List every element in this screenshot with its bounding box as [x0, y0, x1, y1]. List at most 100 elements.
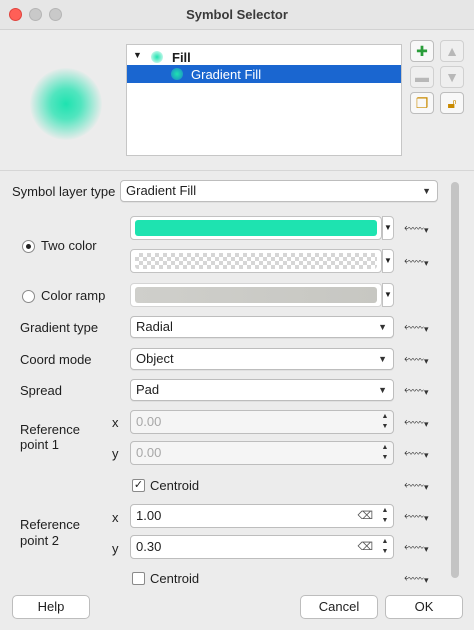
- data-defined-icon: ⬳: [404, 382, 424, 398]
- scrollbar-thumb[interactable]: [451, 182, 459, 578]
- spinner-arrows-icon[interactable]: ▲ ▼: [380, 412, 390, 432]
- color1-swatch: [135, 220, 377, 236]
- symbol-preview: [30, 68, 102, 140]
- data-defined-icon: ⬳: [404, 445, 424, 461]
- ref2-centroid-label: Centroid: [150, 571, 200, 586]
- chevron-down-icon: ▼: [378, 385, 387, 395]
- ref2-y-label: y: [112, 541, 119, 556]
- arrow-up-icon: ▲: [445, 43, 459, 59]
- color-ramp-dropdown[interactable]: ▼: [382, 283, 394, 307]
- data-defined-icon: ⬳: [404, 414, 424, 430]
- color-ramp-button[interactable]: [130, 283, 382, 307]
- color-ramp-radio[interactable]: [22, 290, 35, 303]
- lock-layer-button[interactable]: 🔓︎: [440, 92, 464, 114]
- minus-icon: ▬: [415, 69, 429, 85]
- ref2-centroid-checkbox[interactable]: [132, 572, 145, 585]
- spinner-arrows-icon[interactable]: ▲ ▼: [380, 537, 390, 557]
- color1-data-defined-button[interactable]: ⬳▾: [404, 221, 428, 237]
- data-defined-icon: ⬳: [404, 508, 424, 524]
- color2-dropdown[interactable]: ▼: [382, 249, 394, 273]
- gradient-preview-icon: [30, 68, 102, 140]
- ok-button[interactable]: OK: [385, 595, 463, 619]
- gradient-fill-symbol-icon: [171, 68, 183, 80]
- reference-point-1-label-line2: point 1: [20, 437, 60, 452]
- spread-data-defined-button[interactable]: ⬳▾: [404, 383, 428, 399]
- clear-icon[interactable]: ⌫: [357, 505, 373, 527]
- gradient-type-label: Gradient type: [20, 320, 99, 335]
- ref1-x-label: x: [112, 415, 119, 430]
- spinner-arrows-icon[interactable]: ▲ ▼: [380, 506, 390, 526]
- ref2-x-data-defined-button[interactable]: ⬳▾: [404, 509, 428, 525]
- two-color-label: Two color: [41, 238, 97, 253]
- ref2-centroid-data-defined-button[interactable]: ⬳▾: [404, 571, 428, 587]
- data-defined-icon: ⬳: [404, 351, 424, 367]
- ref2-x-spinbox[interactable]: 1.00 ⌫ ▲ ▼: [130, 504, 394, 528]
- coord-mode-select[interactable]: Object ▼: [130, 348, 394, 370]
- arrow-down-icon: ▼: [445, 69, 459, 85]
- window-title: Symbol Selector: [186, 7, 288, 22]
- ref2-y-data-defined-button[interactable]: ⬳▾: [404, 540, 428, 556]
- two-color-radio[interactable]: [22, 240, 35, 253]
- symbol-layer-tree[interactable]: ▼ Fill Gradient Fill: [126, 44, 402, 156]
- add-layer-button[interactable]: ✚: [410, 40, 434, 62]
- spread-select[interactable]: Pad ▼: [130, 379, 394, 401]
- symbol-layer-type-select[interactable]: Gradient Fill ▼: [120, 180, 438, 202]
- coord-mode-label: Coord mode: [20, 352, 92, 367]
- ref1-centroid-data-defined-button[interactable]: ⬳▾: [404, 478, 428, 494]
- ref1-x-spinbox[interactable]: 0.00 ▲ ▼: [130, 410, 394, 434]
- chevron-down-icon: ▼: [378, 354, 387, 364]
- color1-dropdown[interactable]: ▼: [382, 216, 394, 240]
- gradient-type-data-defined-button[interactable]: ⬳▾: [404, 320, 428, 336]
- chevron-down-icon: ▼: [378, 322, 387, 332]
- tree-item-fill[interactable]: ▼ Fill: [127, 48, 401, 66]
- data-defined-icon: ⬳: [404, 570, 424, 586]
- ref1-x-value: 0.00: [136, 414, 162, 429]
- ref1-y-spinbox[interactable]: 0.00 ▲ ▼: [130, 441, 394, 465]
- gradient-type-select[interactable]: Radial ▼: [130, 316, 394, 338]
- ref1-y-value: 0.00: [136, 445, 162, 460]
- chevron-down-icon: ▼: [422, 186, 431, 196]
- ref1-y-data-defined-button[interactable]: ⬳▾: [404, 446, 428, 462]
- move-down-button[interactable]: ▼: [440, 66, 464, 88]
- color2-button[interactable]: [130, 249, 382, 273]
- data-defined-icon: ⬳: [404, 477, 424, 493]
- symbol-layer-type-label: Symbol layer type: [12, 184, 116, 199]
- move-up-button[interactable]: ▲: [440, 40, 464, 62]
- lock-icon: 🔓︎: [447, 95, 457, 111]
- color2-data-defined-button[interactable]: ⬳▾: [404, 254, 428, 270]
- cancel-button[interactable]: Cancel: [300, 595, 378, 619]
- symbol-layer-type-value: Gradient Fill: [126, 183, 197, 198]
- ref2-y-spinbox[interactable]: 0.30 ⌫ ▲ ▼: [130, 535, 394, 559]
- data-defined-icon: ⬳: [404, 539, 424, 555]
- expand-arrow-icon[interactable]: ▼: [133, 50, 142, 60]
- ref1-centroid-label: Centroid: [150, 478, 200, 493]
- help-button[interactable]: Help: [12, 595, 90, 619]
- plus-icon: ✚: [416, 43, 428, 59]
- properties-scrollbar[interactable]: [448, 178, 462, 586]
- tree-item-gradient-fill-label: Gradient Fill: [191, 67, 262, 82]
- ref2-y-value: 0.30: [136, 539, 162, 554]
- tree-item-fill-label: Fill: [172, 50, 191, 65]
- fill-symbol-icon: [151, 51, 163, 63]
- reference-point-1-label-line1: Reference: [20, 422, 80, 437]
- color-ramp-label: Color ramp: [41, 288, 106, 303]
- tree-item-gradient-fill[interactable]: Gradient Fill: [127, 65, 401, 83]
- duplicate-icon: ❐: [415, 95, 429, 111]
- reference-point-2-label-line2: point 2: [20, 533, 60, 548]
- data-defined-icon: ⬳: [404, 319, 424, 335]
- spread-label: Spread: [20, 383, 62, 398]
- duplicate-layer-button[interactable]: ❐: [410, 92, 434, 114]
- remove-layer-button[interactable]: ▬: [410, 66, 434, 88]
- gradient-type-value: Radial: [136, 319, 173, 334]
- divider: [0, 170, 474, 171]
- spinner-arrows-icon[interactable]: ▲ ▼: [380, 443, 390, 463]
- ref2-x-value: 1.00: [136, 508, 162, 523]
- clear-icon[interactable]: ⌫: [357, 536, 373, 558]
- ref1-centroid-checkbox[interactable]: ✓: [132, 479, 145, 492]
- title-bar: Symbol Selector: [0, 0, 474, 30]
- reference-point-2-label-line1: Reference: [20, 517, 80, 532]
- ref1-x-data-defined-button[interactable]: ⬳▾: [404, 415, 428, 431]
- coord-mode-data-defined-button[interactable]: ⬳▾: [404, 352, 428, 368]
- color1-button[interactable]: [130, 216, 382, 240]
- data-defined-icon: ⬳: [404, 253, 424, 269]
